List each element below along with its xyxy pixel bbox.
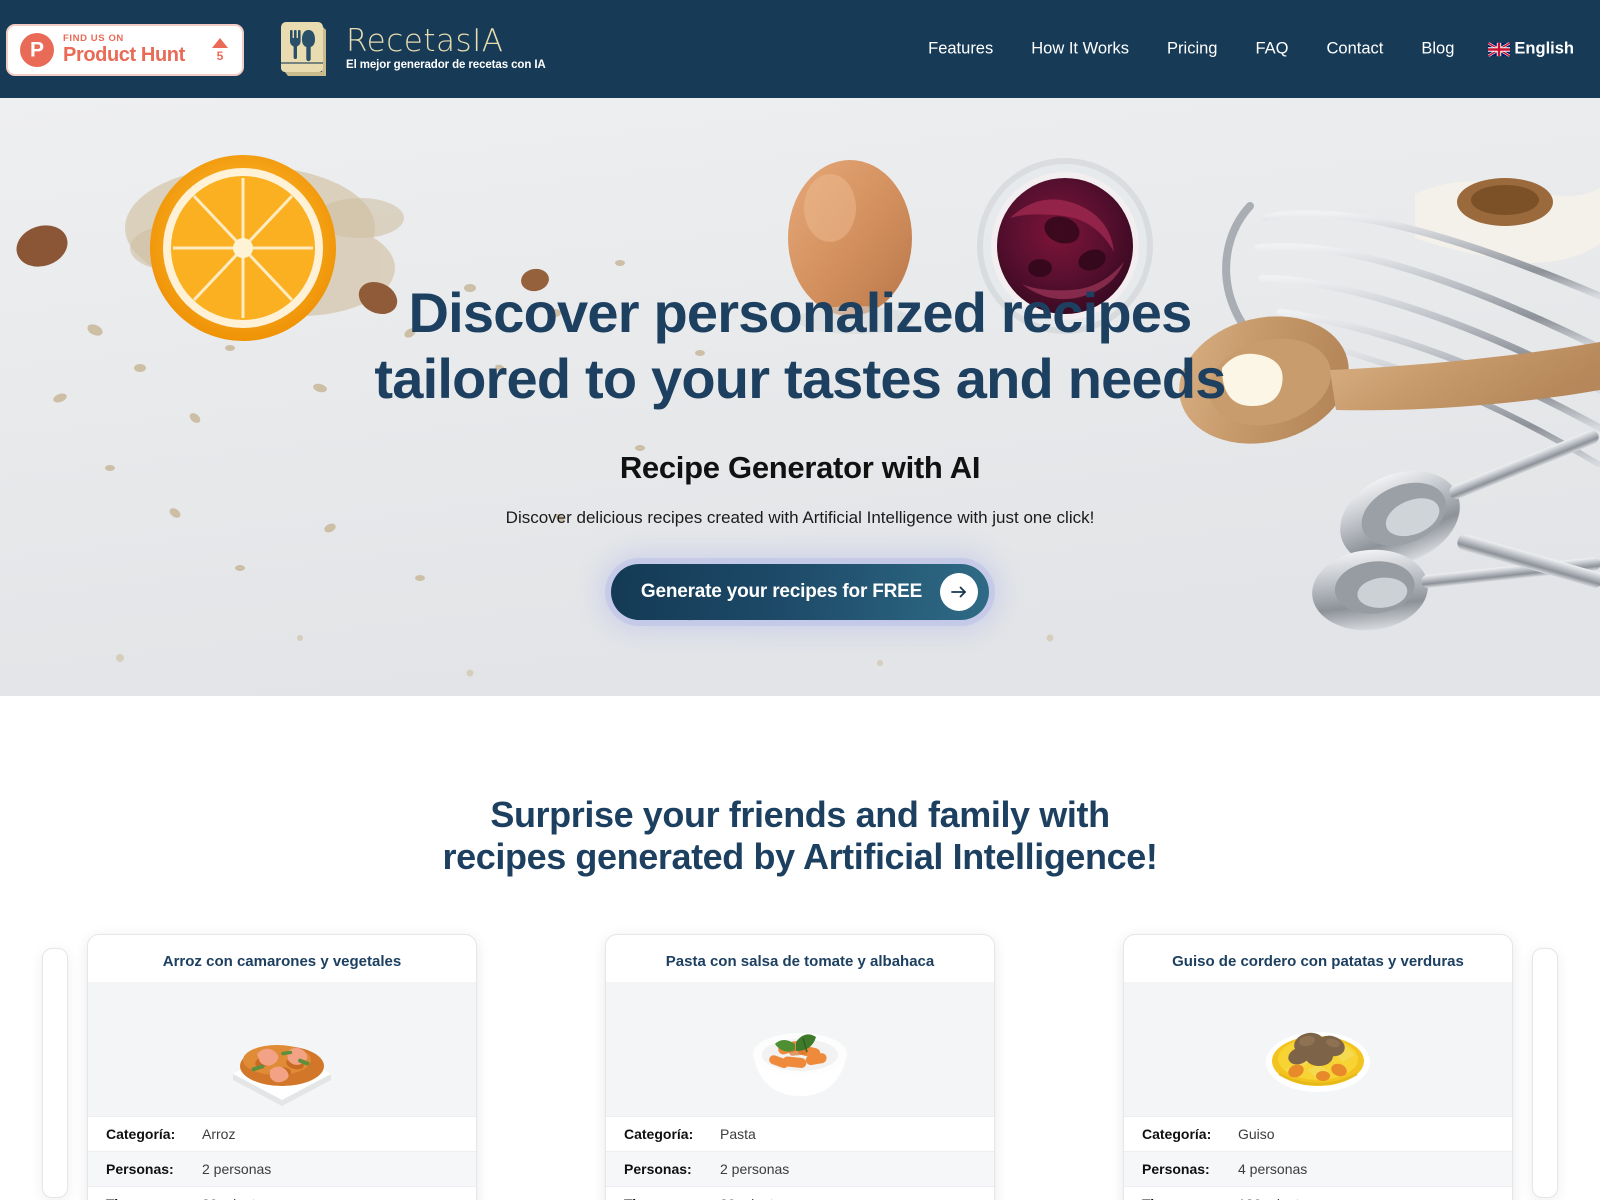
recipe-row-category: Categoría: Guiso bbox=[1124, 1115, 1512, 1151]
recipe-card[interactable]: Arroz con camarones y vegetales Categorí… bbox=[87, 933, 477, 1200]
nav-item-how-it-works[interactable]: How It Works bbox=[1031, 40, 1129, 59]
hero-cta-wrapper: Generate your recipes for FREE bbox=[0, 564, 1600, 621]
recipe-row-people: Personas: 2 personas bbox=[88, 1150, 476, 1186]
row-value-category: Arroz bbox=[202, 1125, 236, 1142]
recipe-row-category: Categoría: Arroz bbox=[88, 1115, 476, 1151]
row-label-category: Categoría: bbox=[1142, 1125, 1212, 1142]
recipe-card-title: Arroz con camarones y vegetales bbox=[162, 952, 402, 970]
recipe-row-time: Tiempo: 30 minutos bbox=[606, 1185, 994, 1200]
recipes-showcase-section: Surprise your friends and family with re… bbox=[0, 696, 1600, 1200]
nav-item-blog[interactable]: Blog bbox=[1421, 40, 1454, 59]
row-value-time: 120 minutos bbox=[1238, 1196, 1314, 1200]
showcase-title-line-1: Surprise your friends and family with bbox=[490, 794, 1110, 835]
caret-up-icon bbox=[212, 38, 228, 48]
recipe-row-time: Tiempo: 30 minutos bbox=[88, 1185, 476, 1200]
product-hunt-big-label: Product Hunt bbox=[63, 43, 185, 66]
product-hunt-upvote[interactable]: 5 bbox=[212, 38, 230, 62]
brand-tagline: El mejor generador de recetas con IA bbox=[346, 59, 546, 72]
row-value-category: Guiso bbox=[1238, 1125, 1275, 1142]
row-label-time: Tiempo: bbox=[1142, 1196, 1238, 1200]
arrow-right-icon bbox=[940, 573, 979, 612]
row-label-time: Tiempo: bbox=[106, 1196, 202, 1200]
language-label: English bbox=[1514, 39, 1574, 58]
row-value-people: 2 personas bbox=[720, 1160, 790, 1177]
brand-name: RecetasIA bbox=[346, 23, 504, 60]
product-hunt-vote-count: 5 bbox=[216, 49, 224, 63]
penne-tomato-basil-bowl-image bbox=[606, 981, 994, 1116]
row-value-people: 4 personas bbox=[1238, 1160, 1308, 1177]
recipe-card-title: Pasta con salsa de tomate y albahaca bbox=[665, 952, 935, 970]
row-label-people: Personas: bbox=[624, 1160, 692, 1177]
main-navigation: Features How It Works Pricing FAQ Contac… bbox=[928, 40, 1574, 59]
hero-description: Discover delicious recipes created with … bbox=[505, 508, 1095, 528]
row-value-time: 30 minutos bbox=[720, 1196, 788, 1200]
generate-recipes-label: Generate your recipes for FREE bbox=[640, 581, 923, 603]
generate-recipes-button[interactable]: Generate your recipes for FREE bbox=[610, 564, 990, 621]
showcase-title: Surprise your friends and family with re… bbox=[0, 794, 1600, 878]
lamb-stew-potatoes-image bbox=[1124, 981, 1512, 1116]
nav-item-features[interactable]: Features bbox=[928, 40, 993, 59]
recipe-card[interactable]: Pasta con salsa de tomate y albahaca Cat… bbox=[605, 933, 995, 1200]
recipe-row-time: Tiempo: 120 minutos bbox=[1124, 1185, 1512, 1200]
product-hunt-badge[interactable]: FIND US ON Product Hunt 5 bbox=[6, 24, 244, 76]
brand-logo[interactable]: RecetasIA El mejor generador de recetas … bbox=[276, 18, 546, 80]
recipe-cards-carousel: Arroz con camarones y vegetales Categorí… bbox=[0, 933, 1600, 1200]
product-hunt-logo-icon bbox=[20, 33, 54, 67]
recipe-row-category: Categoría: Pasta bbox=[606, 1115, 994, 1151]
hero-content: Discover personalized recipes tailored t… bbox=[0, 98, 1600, 621]
product-hunt-text: FIND US ON Product Hunt bbox=[63, 34, 203, 66]
uk-flag-icon bbox=[1488, 42, 1511, 56]
recipe-card-title: Guiso de cordero con patatas y verduras bbox=[1172, 952, 1464, 970]
recipe-row-people: Personas: 2 personas bbox=[606, 1150, 994, 1186]
hero-subheading: Recipe Generator with AI bbox=[619, 450, 981, 486]
row-value-category: Pasta bbox=[720, 1125, 756, 1142]
carousel-partial-card-right[interactable] bbox=[1532, 947, 1558, 1198]
recipe-book-icon bbox=[276, 18, 332, 80]
language-selector[interactable]: English bbox=[1488, 40, 1574, 59]
carousel-partial-card-left[interactable] bbox=[42, 947, 68, 1198]
recipe-card[interactable]: Guiso de cordero con patatas y verduras bbox=[1123, 933, 1513, 1200]
hero-heading: Discover personalized recipes tailored t… bbox=[0, 280, 1600, 412]
nav-item-pricing[interactable]: Pricing bbox=[1167, 40, 1217, 59]
recipe-row-people: Personas: 4 personas bbox=[1124, 1150, 1512, 1186]
row-label-people: Personas: bbox=[1142, 1160, 1210, 1177]
nav-item-faq[interactable]: FAQ bbox=[1255, 40, 1288, 59]
brand-text: RecetasIA El mejor generador de recetas … bbox=[346, 26, 546, 72]
row-value-time: 30 minutos bbox=[202, 1196, 270, 1200]
site-header: FIND US ON Product Hunt 5 bbox=[0, 0, 1600, 98]
nav-item-contact[interactable]: Contact bbox=[1327, 40, 1384, 59]
hero-heading-line-1: Discover personalized recipes bbox=[408, 281, 1193, 344]
product-hunt-small-label: FIND US ON bbox=[63, 33, 124, 45]
showcase-title-line-2: recipes generated by Artificial Intellig… bbox=[442, 835, 1158, 877]
row-label-category: Categoría: bbox=[624, 1125, 694, 1142]
shrimp-rice-plate-image bbox=[88, 981, 476, 1116]
row-label-time: Tiempo: bbox=[624, 1196, 720, 1200]
hero-section: Discover personalized recipes tailored t… bbox=[0, 98, 1600, 696]
row-value-people: 2 personas bbox=[202, 1160, 272, 1177]
row-label-category: Categoría: bbox=[106, 1125, 176, 1142]
row-label-people: Personas: bbox=[106, 1160, 174, 1177]
hero-heading-line-2: tailored to your tastes and needs bbox=[374, 347, 1226, 411]
